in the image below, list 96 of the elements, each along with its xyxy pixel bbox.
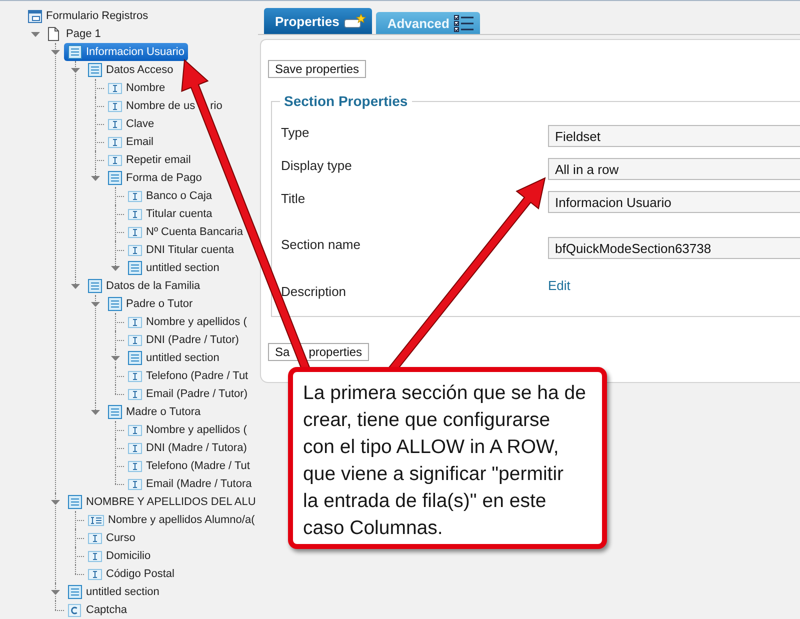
tree-item[interactable]: DNI (Madre / Tutora) <box>124 439 251 457</box>
caret-icon[interactable] <box>70 284 80 288</box>
section-title: Section Properties <box>283 93 409 109</box>
section-icon <box>88 63 102 77</box>
section-icon <box>108 297 122 311</box>
text-field-icon <box>88 532 102 544</box>
section-icon <box>128 351 142 365</box>
tree-item[interactable]: Padre o Tutor <box>104 295 197 313</box>
tree-item[interactable]: Informacion Usuario <box>64 43 188 61</box>
text-field-icon <box>128 424 142 436</box>
annotation-callout: La primera sección que se ha de crear, tiene que configurarse con el tipo ALLOW in A ROW, que viene a significar "permitir la entrada de fila(s)" en este caso Columnas. <box>288 367 607 549</box>
text-field-icon <box>128 334 142 346</box>
text-field[interactable]: All in a row <box>548 158 800 180</box>
tree-item[interactable]: Código Postal <box>84 565 178 583</box>
text-field-icon <box>108 154 122 166</box>
field-label: Display type <box>281 158 353 173</box>
section-icon <box>88 279 102 293</box>
section-icon <box>68 45 82 59</box>
text-field-icon <box>108 82 122 94</box>
text-field-icon <box>88 568 102 580</box>
text-field-icon <box>128 190 142 202</box>
tab[interactable]: Properties <box>264 8 372 34</box>
tree-item[interactable]: Email (Madre / Tutora <box>124 475 256 493</box>
text-field-icon <box>128 226 142 238</box>
field-label: Section name <box>281 237 362 252</box>
text-field-icon <box>128 388 142 400</box>
text-field-icon <box>108 100 122 112</box>
tree-item[interactable]: Nombre y apellidos ( <box>124 313 251 331</box>
caret-icon[interactable] <box>30 32 40 36</box>
tree-item[interactable]: Email (Padre / Tutor) <box>124 385 252 403</box>
text-field-icon <box>88 550 102 562</box>
text-field-icon <box>128 442 142 454</box>
caret-icon[interactable] <box>50 500 60 504</box>
tree-item[interactable]: Titular cuenta <box>124 205 216 223</box>
tree-item[interactable]: Nombre y apellidos Alumno/a( <box>84 511 259 529</box>
section-icon <box>108 171 122 185</box>
field-label: Type <box>281 125 310 140</box>
text-field-icon <box>108 118 122 130</box>
text-field-icon <box>128 370 142 382</box>
tree-item[interactable]: Datos de la Familia <box>84 277 204 295</box>
star-card-icon <box>344 14 366 28</box>
tree-item[interactable]: Domicilio <box>84 547 155 565</box>
text-field[interactable]: Informacion Usuario <box>548 191 800 213</box>
tree-item[interactable]: DNI Titular cuenta <box>124 241 238 259</box>
tree-item[interactable]: Formulario Registros <box>24 7 152 25</box>
tree-item[interactable]: untitled section <box>64 583 164 601</box>
tree-item[interactable]: Telefono (Padre / Tut <box>124 367 252 385</box>
tree-item[interactable]: untitled section <box>124 349 224 367</box>
text-field-icon <box>108 136 122 148</box>
section-icon <box>68 585 82 599</box>
multiline-field-icon <box>88 514 104 526</box>
caret-icon[interactable] <box>90 176 100 180</box>
caret-icon[interactable] <box>50 50 60 54</box>
field-label: Description <box>281 283 348 299</box>
tree-item[interactable]: Curso <box>84 529 140 547</box>
tree-item[interactable]: Nº Cuenta Bancaria <box>124 223 247 241</box>
edit-link[interactable]: Edit <box>548 278 570 293</box>
caret-icon[interactable] <box>90 302 100 306</box>
tree-item[interactable]: Page 1 <box>44 25 105 43</box>
section-icon <box>108 405 122 419</box>
text-field-icon <box>128 208 142 220</box>
tree-item[interactable]: Repetir email <box>104 151 195 169</box>
tree-item[interactable]: Datos Acceso <box>84 61 178 79</box>
tree-item[interactable]: Forma de Pago <box>104 169 206 187</box>
tree-item[interactable]: Nombre de us rio <box>104 97 226 115</box>
text-field[interactable]: Fieldset <box>548 125 800 147</box>
text-field-icon <box>128 460 142 472</box>
tree-item[interactable]: Captcha <box>64 601 131 619</box>
tree-item[interactable]: NOMBRE Y APELLIDOS DEL ALU <box>64 493 260 511</box>
page-icon <box>48 27 59 41</box>
tree-item[interactable]: Nombre y apellidos ( <box>124 421 251 439</box>
caret-icon[interactable] <box>110 356 120 360</box>
tree-item[interactable]: Banco o Caja <box>124 187 216 205</box>
text-field-icon <box>128 244 142 256</box>
c-letter-icon <box>68 604 81 616</box>
checklist-icon <box>454 14 474 32</box>
save-button[interactable]: Save properties <box>268 60 366 78</box>
section-icon <box>68 495 82 509</box>
tree-item[interactable]: Telefono (Madre / Tut <box>124 457 254 475</box>
text-field-icon <box>128 478 142 490</box>
tree-item[interactable]: DNI (Padre / Tutor) <box>124 331 243 349</box>
tree-item[interactable]: Email <box>104 133 158 151</box>
section-icon <box>128 261 142 275</box>
tree-item[interactable]: Nombre <box>104 79 170 97</box>
tree-item[interactable]: untitled section <box>124 259 224 277</box>
caret-icon[interactable] <box>70 68 80 72</box>
text-field-icon <box>128 316 142 328</box>
tree-item[interactable]: Clave <box>104 115 158 133</box>
tree-item[interactable]: Madre o Tutora <box>104 403 205 421</box>
caret-icon[interactable] <box>90 410 100 414</box>
text-field[interactable]: bfQuickModeSection63738 <box>548 237 800 259</box>
window-icon <box>28 10 42 22</box>
field-label: Title <box>281 191 306 206</box>
caret-icon[interactable] <box>110 266 120 270</box>
save-button[interactable]: Sa properties <box>268 343 370 361</box>
caret-icon[interactable] <box>50 590 60 594</box>
